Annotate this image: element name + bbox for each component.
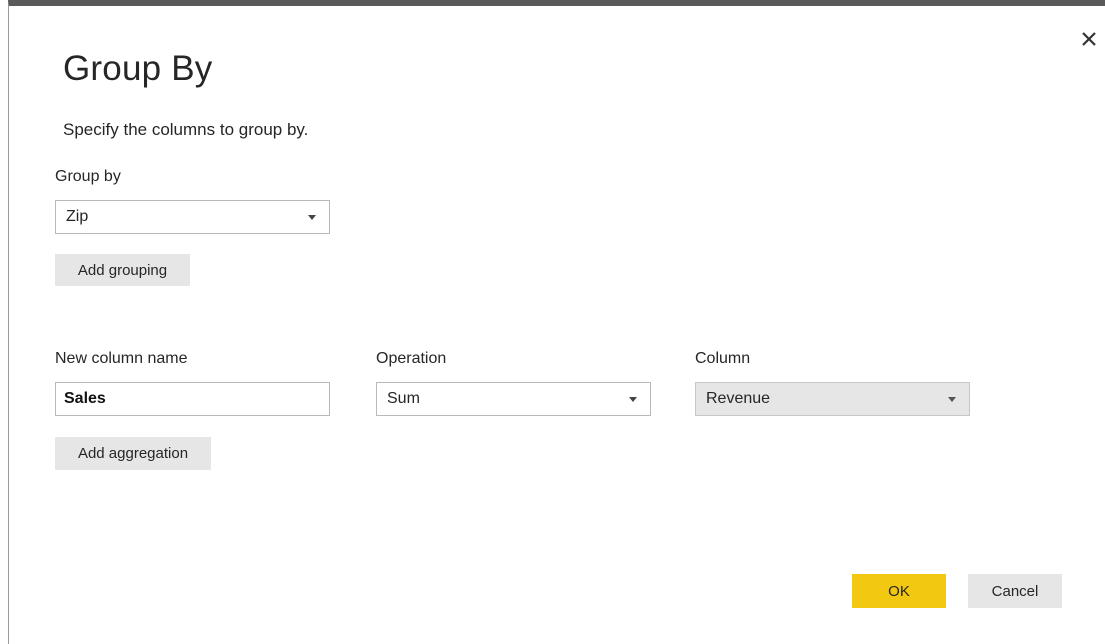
add-grouping-button[interactable]: Add grouping <box>55 254 190 286</box>
group-by-label: Group by <box>55 168 121 185</box>
chevron-down-icon <box>305 212 319 222</box>
group-by-select[interactable]: Zip <box>55 200 330 234</box>
dialog-title: Group By <box>63 49 213 88</box>
add-aggregation-button[interactable]: Add aggregation <box>55 437 211 470</box>
group-by-selected-value: Zip <box>66 208 89 225</box>
cancel-button[interactable]: Cancel <box>968 574 1062 608</box>
column-label: Column <box>695 350 751 367</box>
group-by-dialog: Group By Specify the columns to group by… <box>8 0 1105 644</box>
column-select[interactable]: Revenue <box>695 382 970 416</box>
operation-label: Operation <box>376 350 447 367</box>
new-column-name-label: New column name <box>55 350 188 367</box>
chevron-down-icon <box>945 394 959 404</box>
close-button[interactable] <box>1071 22 1105 56</box>
operation-select[interactable]: Sum <box>376 382 651 416</box>
chevron-down-icon <box>626 394 640 404</box>
operation-selected-value: Sum <box>387 390 420 407</box>
column-selected-value: Revenue <box>706 390 771 407</box>
new-column-name-input[interactable] <box>55 382 330 416</box>
dialog-subtitle: Specify the columns to group by. <box>63 120 309 139</box>
close-icon <box>1082 32 1096 46</box>
ok-button[interactable]: OK <box>852 574 946 608</box>
